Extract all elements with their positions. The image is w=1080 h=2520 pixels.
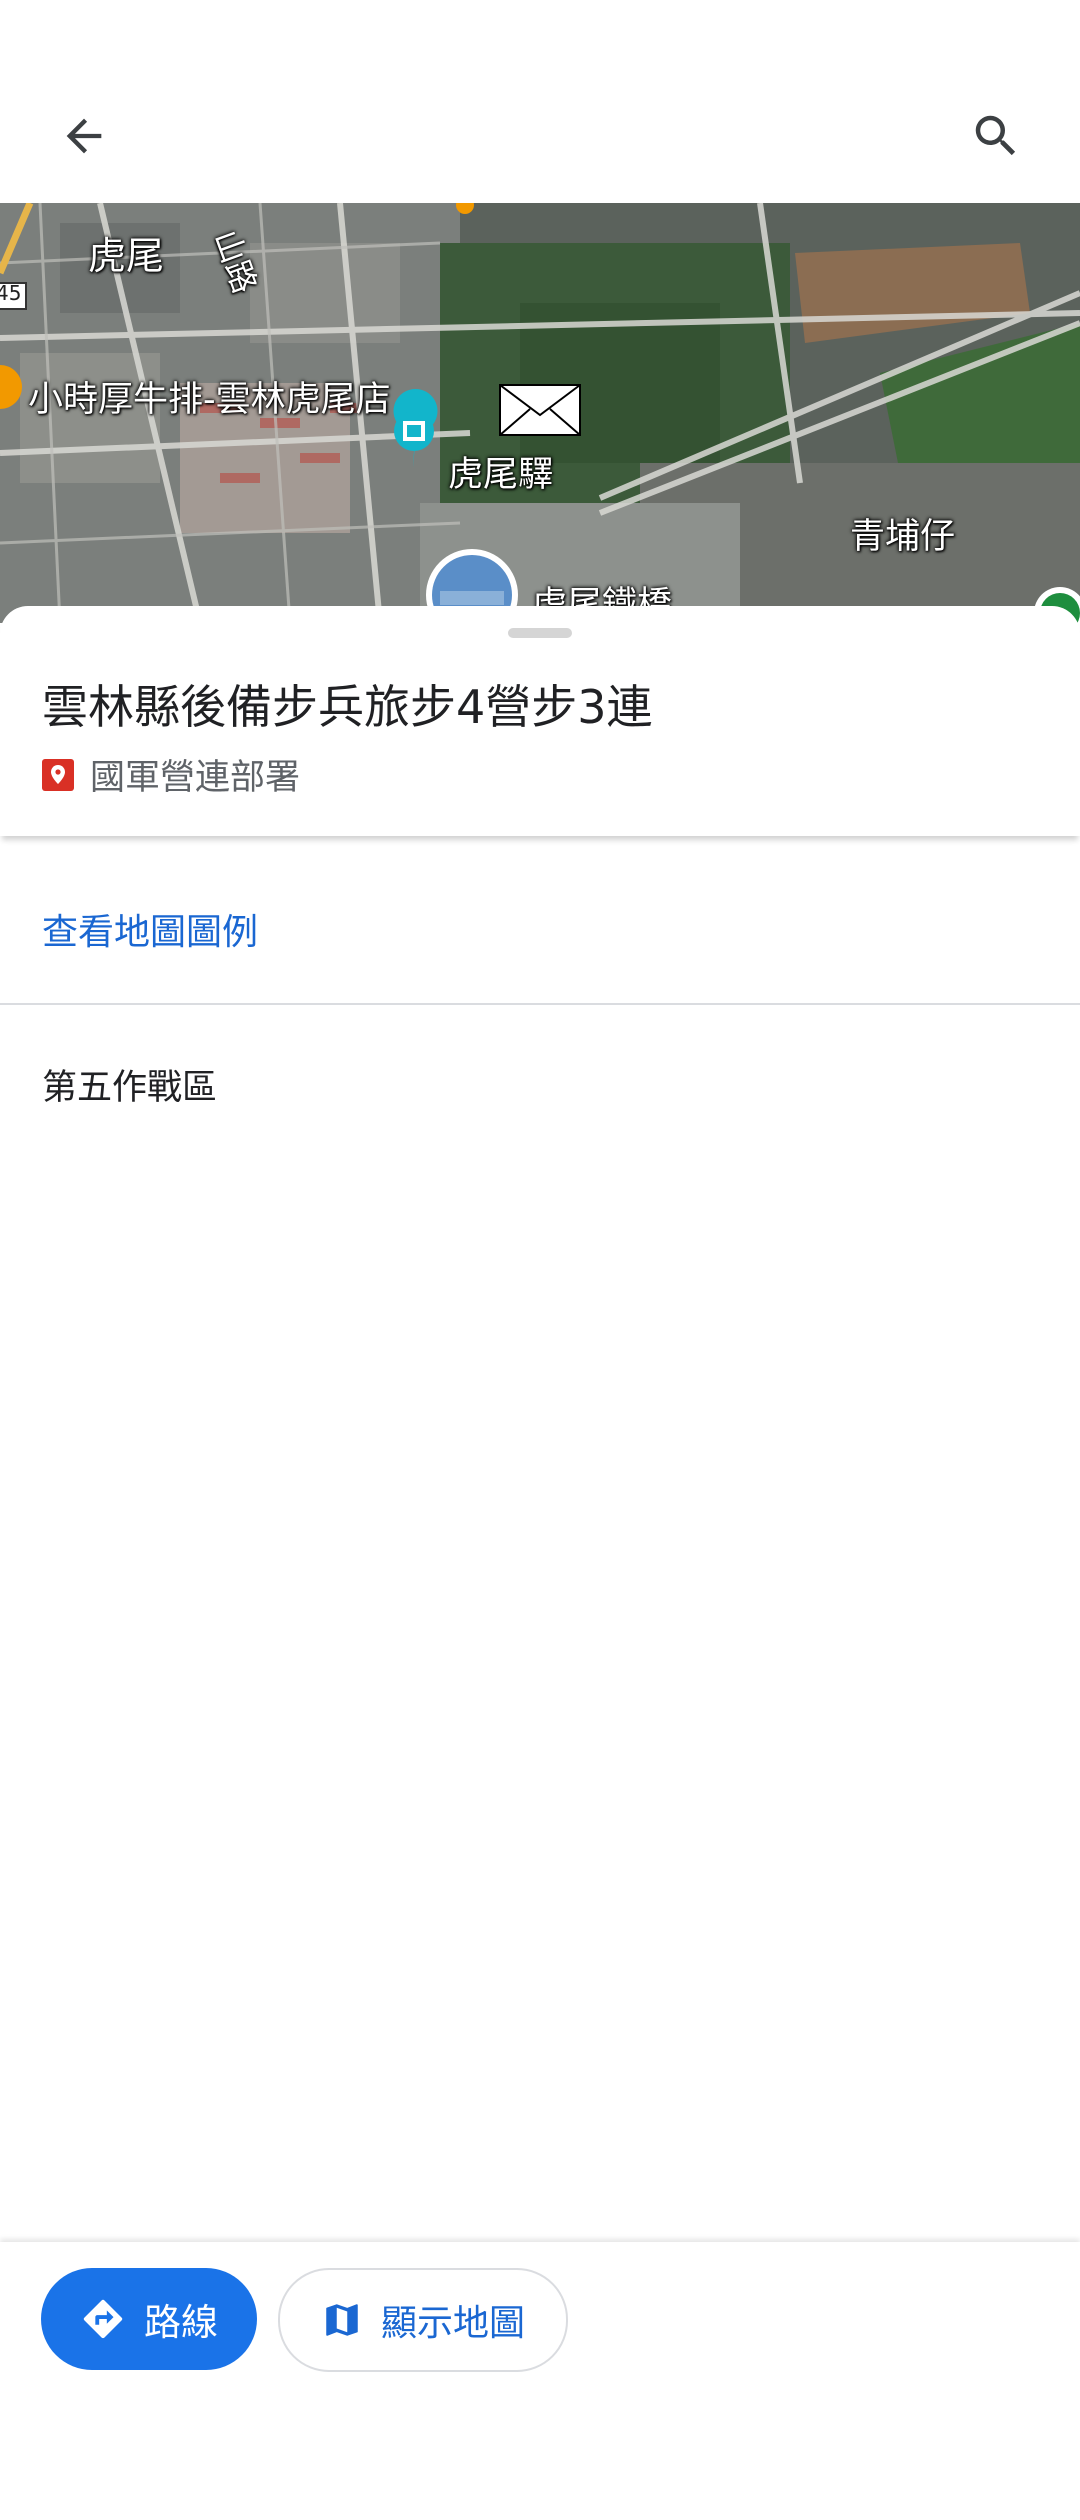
directions-icon (83, 2299, 123, 2339)
place-sheet-header[interactable]: 雲林縣後備步兵旅步4營步3連 國軍營連部署 (0, 606, 1080, 836)
place-category-label: 國軍營連部署 (90, 758, 301, 798)
search-icon (975, 115, 1016, 156)
map-label-steak-restaurant[interactable]: 小時厚牛排-雲林虎尾店 (28, 371, 391, 422)
map-label-huwei-station[interactable]: 虎尾驛 (448, 446, 553, 497)
map-icon (326, 2304, 358, 2336)
search-button[interactable] (948, 88, 1044, 184)
place-category: 國軍營連部署 (42, 749, 300, 800)
map-preview[interactable]: 虎尾 山路 45 小時厚牛排-雲林虎尾店 虎尾驛 青埔仔 虎尾鐵橋 (0, 203, 1080, 623)
directions-label: 路線 (144, 2301, 218, 2344)
bottom-action-bar: 路線 顯示地圖 (0, 2242, 1080, 2520)
map-label-huwei[interactable]: 虎尾 (88, 225, 164, 280)
section-divider (0, 1003, 1080, 1005)
place-title: 雲林縣後備步兵旅步4營步3連 (42, 680, 653, 734)
view-map-legend-link[interactable]: 查看地圖圖例 (42, 903, 258, 955)
show-map-button[interactable]: 顯示地圖 (278, 2268, 568, 2372)
operational-zone-text: 第五作戰區 (42, 1068, 218, 1108)
map-pin-icon (42, 758, 74, 791)
back-button[interactable] (36, 88, 132, 184)
map-label-qingpuzi: 青埔仔 (850, 517, 956, 557)
arrow-back-icon (66, 118, 102, 154)
show-map-label: 顯示地圖 (380, 2303, 525, 2344)
top-app-bar (0, 0, 1080, 203)
map-route-number: 45 (0, 281, 22, 305)
drag-handle[interactable] (508, 628, 572, 638)
directions-button[interactable]: 路線 (41, 2268, 257, 2370)
